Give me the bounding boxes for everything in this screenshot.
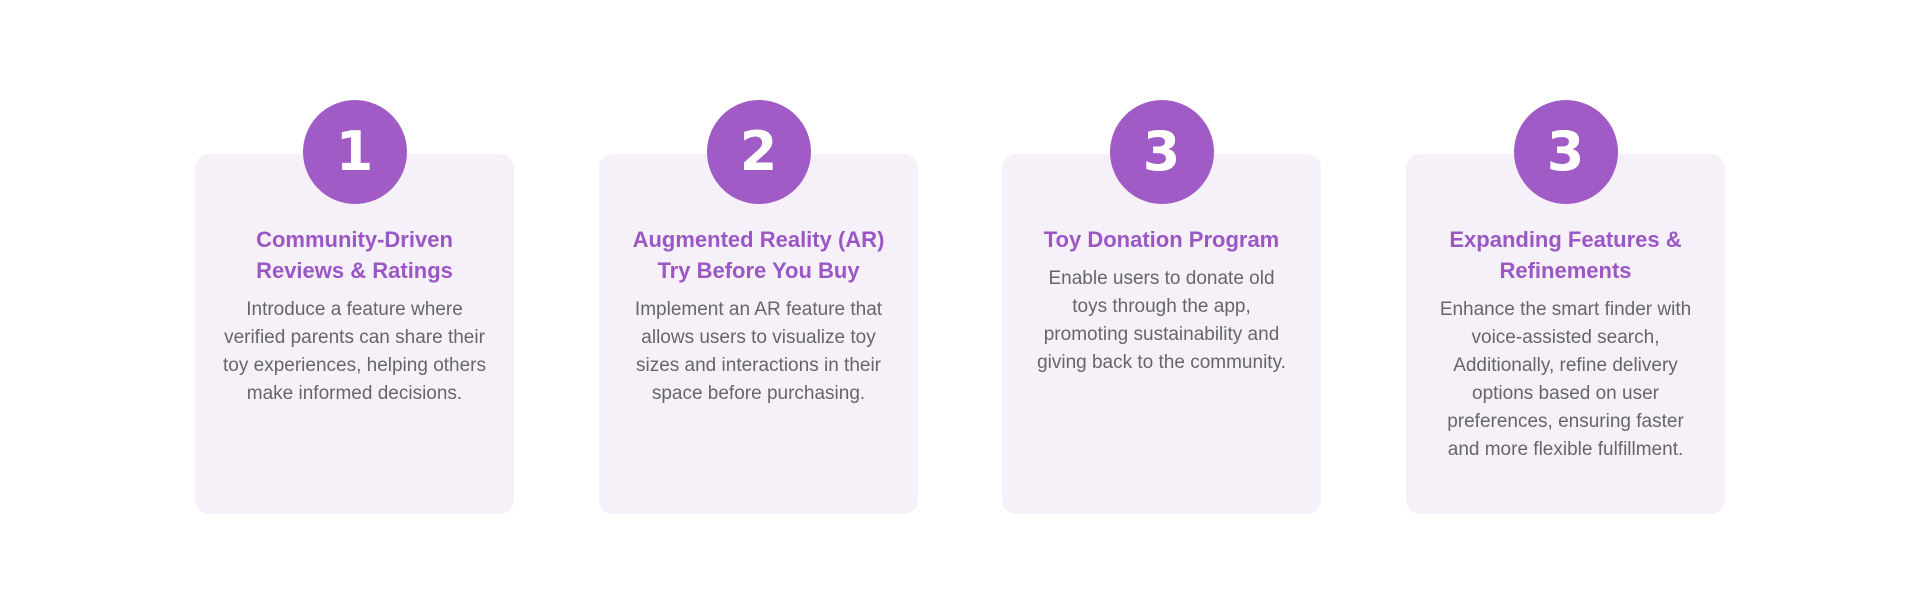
roadmap-cards-row: 1 Community-Driven Reviews & Ratings Int… bbox=[0, 0, 1920, 616]
card-title: Toy Donation Program bbox=[1043, 227, 1280, 252]
card-description: Introduce a feature where verified paren… bbox=[223, 299, 486, 404]
roadmap-card-expanding-features: 3 Expanding Features & Refinements Enhan… bbox=[1406, 100, 1725, 514]
card-description: Enable users to donate old toys through … bbox=[1037, 268, 1286, 373]
card-title: Augmented Reality (AR) Try Before You Bu… bbox=[632, 227, 885, 283]
step-number-badge: 3 bbox=[1109, 100, 1214, 204]
step-number-badge: 3 bbox=[1513, 100, 1618, 204]
roadmap-card-augmented-reality: 2 Augmented Reality (AR) Try Before You … bbox=[599, 100, 918, 514]
card-description: Enhance the smart finder with voice-assi… bbox=[1439, 299, 1692, 460]
card-description: Implement an AR feature that allows user… bbox=[634, 299, 883, 404]
card-title: Expanding Features & Refinements bbox=[1449, 227, 1682, 283]
step-number-badge: 1 bbox=[302, 100, 407, 204]
roadmap-card-toy-donation: 3 Toy Donation Program Enable users to d… bbox=[1002, 100, 1321, 514]
step-number-badge: 2 bbox=[706, 100, 811, 204]
card-title: Community-Driven Reviews & Ratings bbox=[256, 227, 453, 283]
roadmap-card-community-reviews: 1 Community-Driven Reviews & Ratings Int… bbox=[195, 100, 514, 514]
